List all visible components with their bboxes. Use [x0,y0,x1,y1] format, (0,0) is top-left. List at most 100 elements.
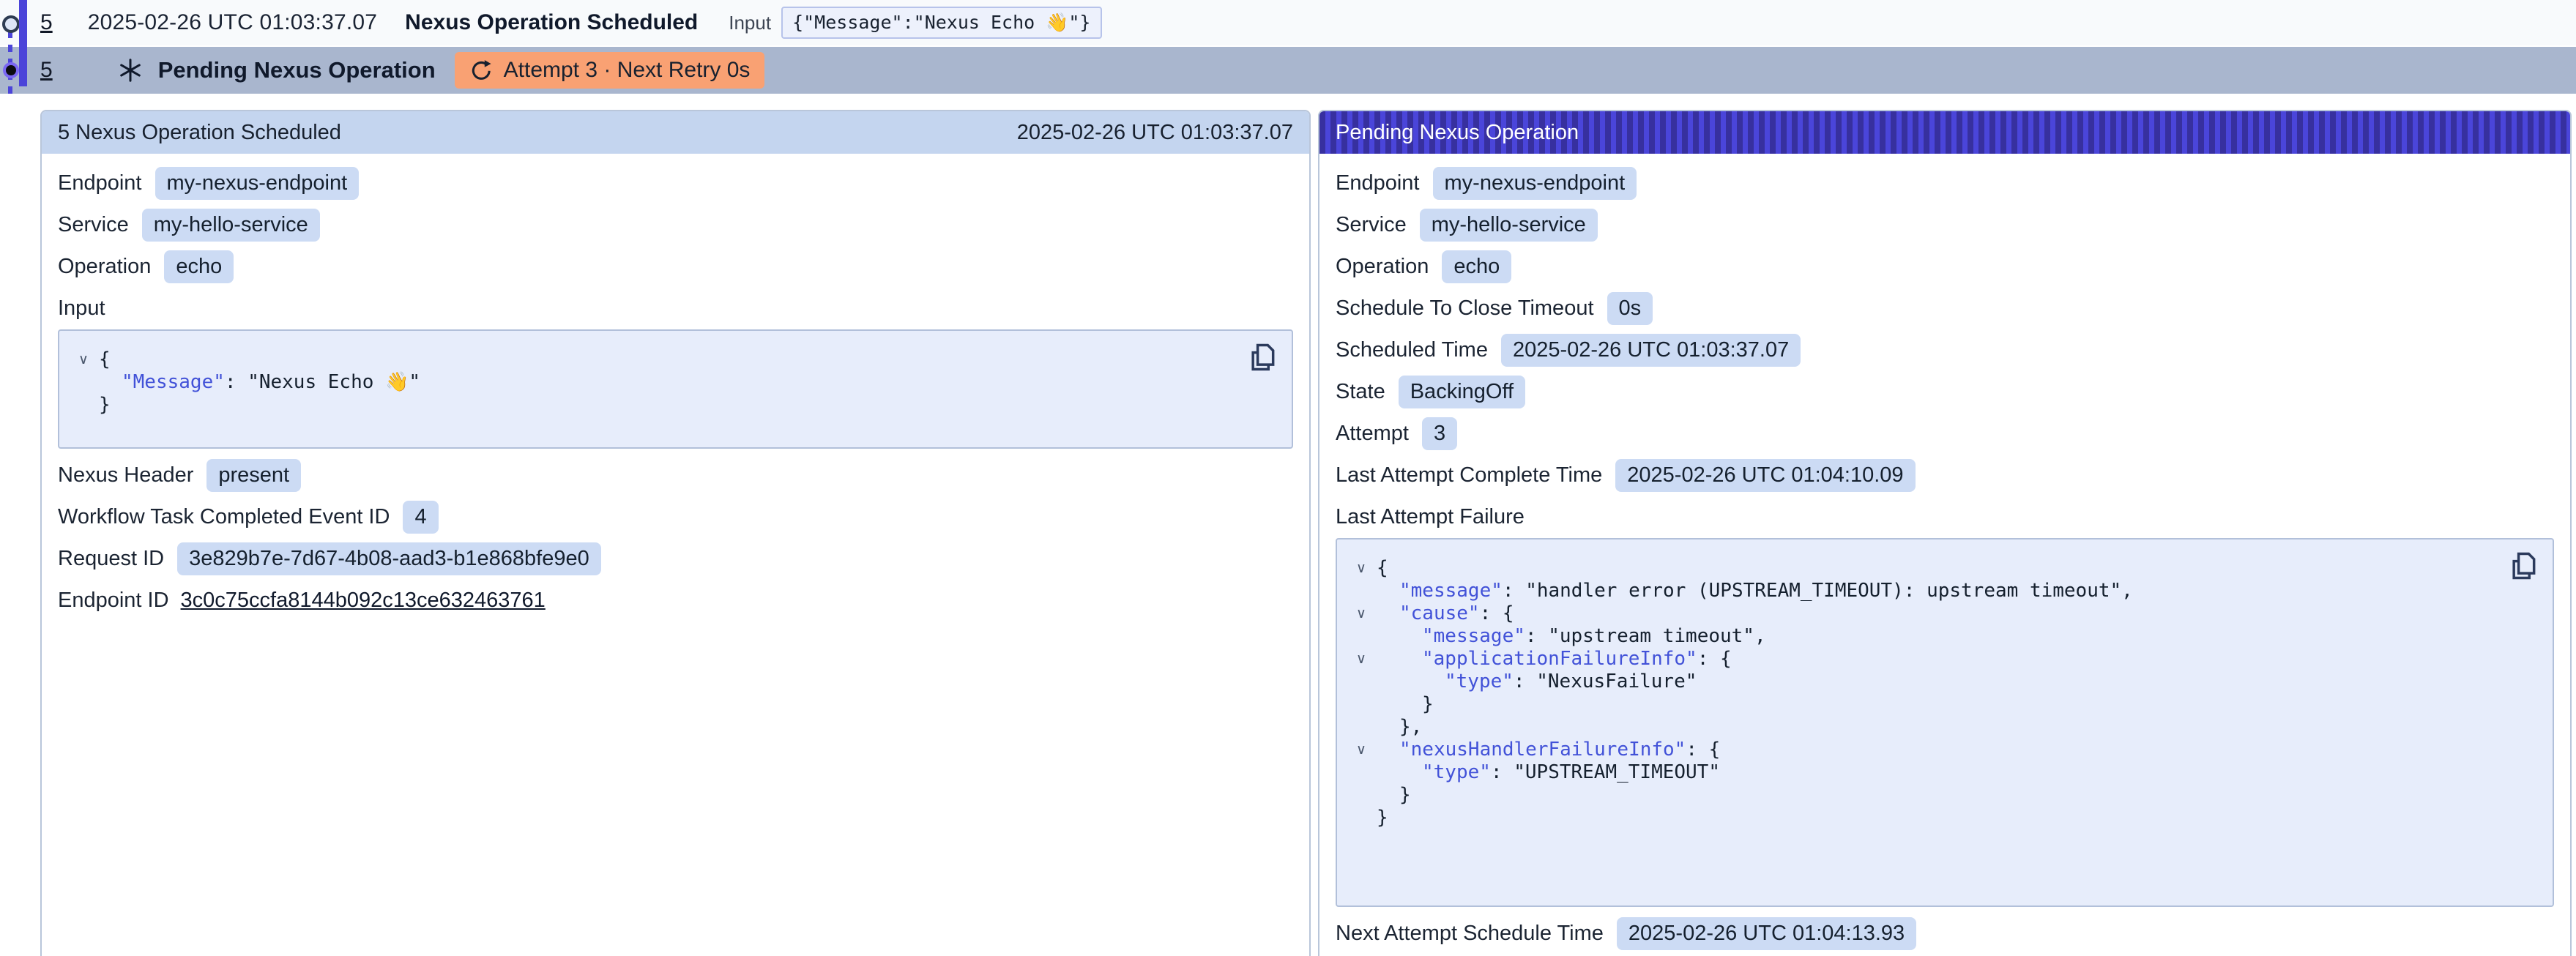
field-value-badge: present [206,459,301,492]
copy-button[interactable] [2507,550,2539,582]
endpoint-id-link[interactable]: 3c0c75ccfa8144b092c13ce632463761 [181,589,546,613]
field-label: Endpoint ID [58,589,169,613]
json-key: "cause" [1399,602,1480,624]
field-service: Service my-hello-service [1336,204,2554,246]
field-label: Endpoint [1336,171,1420,195]
timeline-active-bar [19,0,27,86]
failure-json-viewer: ∨{ "message": "handler error (UPSTREAM_T… [1336,538,2554,907]
json-key: "type" [1422,761,1491,783]
field-label: Workflow Task Completed Event ID [58,505,390,529]
field-label: Service [1336,213,1407,237]
input-preview-chip: {"Message":"Nexus Echo 👋"} [781,7,1101,39]
pending-card-title: Pending Nexus Operation [1336,121,1579,145]
json-value: } [1422,693,1434,715]
field-last-attempt-complete-time: Last Attempt Complete Time 2025-02-26 UT… [1336,455,2554,496]
field-label: State [1336,380,1385,404]
json-line: "message": "upstream timeout", [1377,625,1766,648]
json-line: "message": "handler error (UPSTREAM_TIME… [1377,580,2133,602]
json-key: "applicationFailureInfo" [1422,648,1697,670]
event-id-link[interactable]: 5 [40,58,53,83]
field-endpoint: Endpoint my-nexus-endpoint [58,163,1293,204]
scheduled-card-header: 5 Nexus Operation Scheduled 2025-02-26 U… [42,111,1309,154]
field-value-badge: my-hello-service [142,209,320,242]
pending-card-header: Pending Nexus Operation [1319,111,2570,154]
field-label: Request ID [58,547,164,571]
json-key: "nexusHandlerFailureInfo" [1399,739,1686,761]
failure-block-label: Last Attempt Failure [1336,505,2554,529]
json-line: } [1377,693,1434,716]
event-detail-panels: 5 Nexus Operation Scheduled 2025-02-26 U… [40,110,2572,956]
field-label: Scheduled Time [1336,338,1488,362]
pending-operation-card: Pending Nexus Operation Endpoint my-nexu… [1318,110,2572,956]
event-id-link[interactable]: 5 [40,10,53,35]
field-label: Endpoint [58,171,142,195]
field-label: Nexus Header [58,463,193,488]
field-value-badge: 0s [1607,292,1653,325]
field-label: Schedule To Close Timeout [1336,296,1594,321]
field-value-badge: 2025-02-26 UTC 01:04:10.09 [1615,459,1915,492]
json-value: : "handler error (UPSTREAM_TIMEOUT): ups… [1503,580,2133,602]
field-scheduled-time: Scheduled Time 2025-02-26 UTC 01:03:37.0… [1336,329,2554,371]
field-operation: Operation echo [58,246,1293,288]
collapse-chevron-icon[interactable]: ∨ [1346,739,1377,761]
copy-icon [2507,550,2539,582]
retry-badge-text: Attempt 3 · Next Retry 0s [504,58,751,83]
json-value: : { [1686,739,1720,761]
field-label: Next Attempt Schedule Time [1336,922,1604,946]
json-line: } [99,394,111,417]
pending-asterisk-icon [117,57,144,83]
collapse-chevron-icon[interactable]: ∨ [1346,557,1377,580]
scheduled-card-time: 2025-02-26 UTC 01:03:37.07 [1017,121,1293,145]
json-line: "type": "UPSTREAM_TIMEOUT" [1377,761,1720,784]
json-line: { [1377,557,1388,580]
field-value-badge: 2025-02-26 UTC 01:03:37.07 [1501,334,1801,367]
input-json-viewer: ∨ { "Message": "Nexus Echo 👋" } [58,329,1293,449]
timeline-filled-dot-icon [3,62,19,78]
json-value: : { [1480,602,1514,624]
field-value-badge: echo [1442,250,1511,283]
json-value: : { [1697,648,1732,670]
field-value-badge: 3 [1422,417,1457,450]
field-label: Service [58,213,129,237]
field-request-id: Request ID 3e829b7e-7d67-4b08-aad3-b1e86… [58,538,1293,580]
collapse-chevron-icon[interactable]: ∨ [1346,602,1377,625]
json-key: "message" [1422,625,1525,647]
field-value-badge: my-hello-service [1420,209,1598,242]
event-history-screen: 5 2025-02-26 UTC 01:03:37.07 Nexus Opera… [0,0,2576,956]
json-line: "type": "NexusFailure" [1377,671,1697,693]
json-line: }, [1377,716,1422,739]
json-key: "type" [1445,671,1514,692]
collapse-chevron-icon[interactable]: ∨ [1346,648,1377,671]
input-label: Input [729,12,771,34]
json-line: "applicationFailureInfo": { [1377,648,1732,671]
retry-status-badge: Attempt 3 · Next Retry 0s [455,52,765,89]
json-value: { [1377,557,1388,579]
field-label: Attempt [1336,422,1409,446]
field-value-badge: echo [164,250,234,283]
field-operation: Operation echo [1336,246,2554,288]
field-value-badge: my-nexus-endpoint [1433,167,1637,200]
collapse-chevron-icon[interactable]: ∨ [68,348,99,371]
retry-icon [469,59,493,82]
field-service: Service my-hello-service [58,204,1293,246]
json-key: "Message" [122,371,225,393]
json-line: "nexusHandlerFailureInfo": { [1377,739,1720,761]
field-next-attempt-schedule-time: Next Attempt Schedule Time 2025-02-26 UT… [1336,913,2554,955]
json-line: } [1377,784,1411,807]
event-row-scheduled[interactable]: 5 2025-02-26 UTC 01:03:37.07 Nexus Opera… [0,0,2576,45]
json-value: : "upstream timeout", [1525,625,1766,647]
field-value-badge: my-nexus-endpoint [155,167,360,200]
json-value: }, [1399,716,1422,738]
copy-button[interactable] [1246,341,1278,373]
event-title: Nexus Operation Scheduled [405,10,698,35]
scheduled-card-title: 5 Nexus Operation Scheduled [58,121,341,145]
field-workflow-task-completed-event-id: Workflow Task Completed Event ID 4 [58,496,1293,538]
json-line: { [99,348,111,371]
field-label: Operation [58,255,151,279]
field-schedule-to-close-timeout: Schedule To Close Timeout 0s [1336,288,2554,329]
field-label: Operation [1336,255,1429,279]
copy-icon [1246,341,1278,373]
event-row-pending[interactable]: 5 Pending Nexus Operation Attempt 3 · Ne… [0,47,2576,94]
field-endpoint-id: Endpoint ID 3c0c75ccfa8144b092c13ce63246… [58,580,1293,621]
json-line: "Message": "Nexus Echo 👋" [99,371,420,394]
